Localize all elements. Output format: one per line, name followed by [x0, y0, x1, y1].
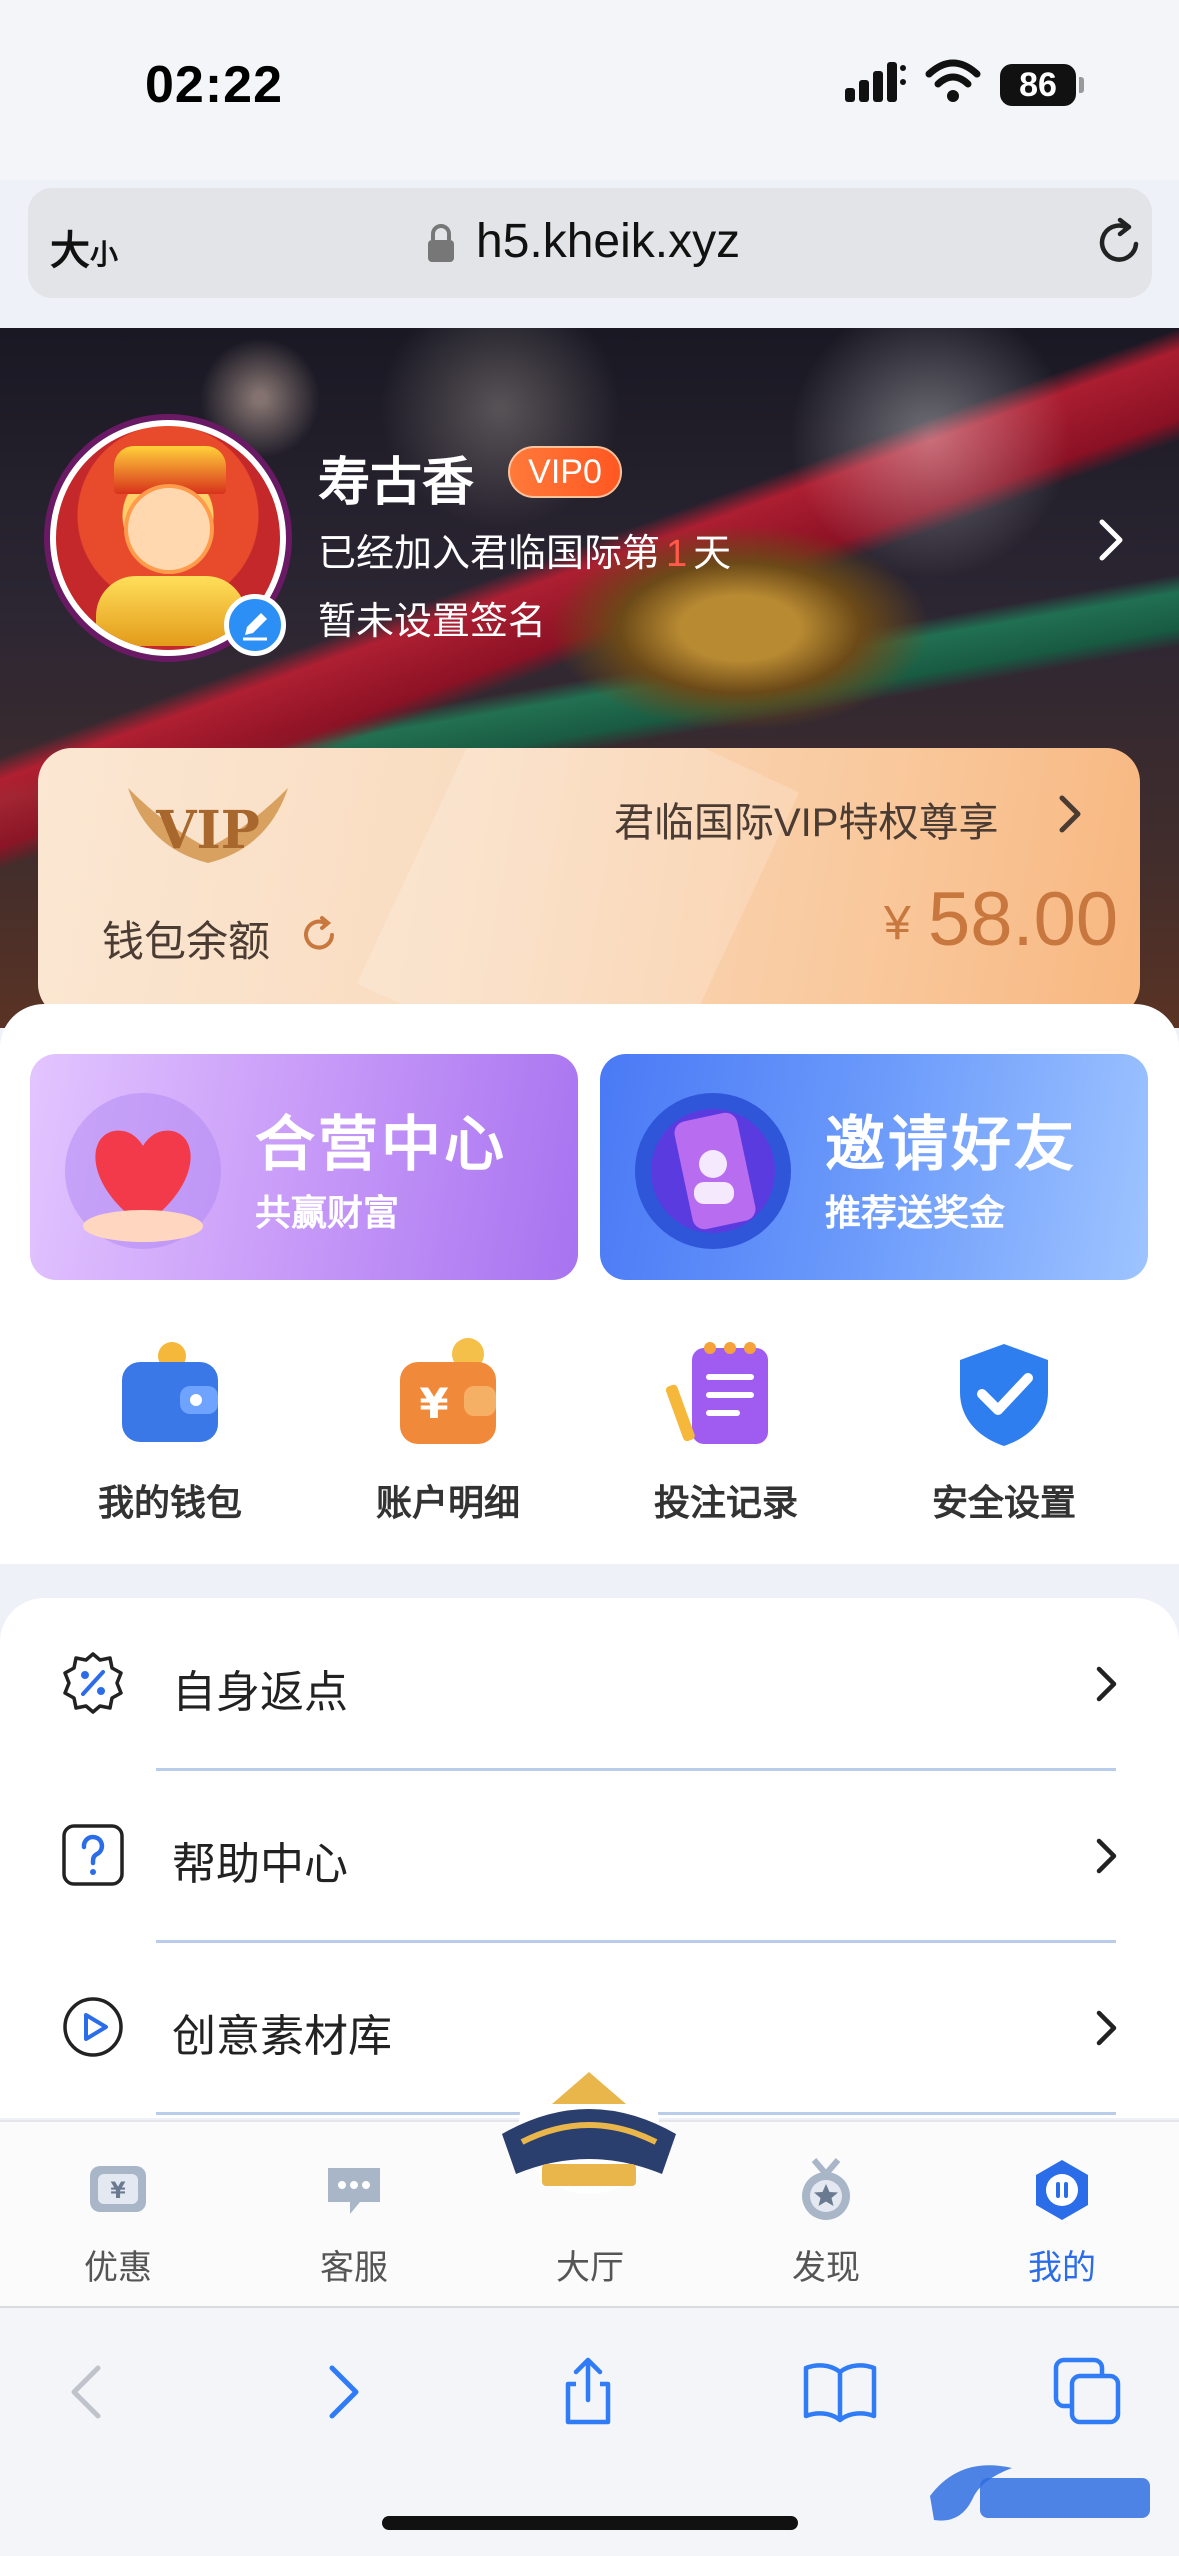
tab-label: 大厅 — [556, 2249, 624, 2287]
vip-wallet-card[interactable]: VIP 君临国际VIP特权尊享 钱包余额 ¥ 58.00 — [38, 748, 1140, 1018]
bookmarks-icon[interactable] — [800, 2352, 880, 2432]
invite-friends-card[interactable]: 邀请好友 推荐送奖金 — [600, 1054, 1148, 1280]
profile-icon — [1036, 2160, 1088, 2220]
join-days-text: 已经加入君临国际第 1 天 — [318, 533, 732, 575]
wallet-balance-label: 钱包余额 — [102, 918, 271, 965]
tab-label: 优惠 — [84, 2249, 152, 2287]
chevron-right-icon — [1096, 1666, 1117, 1702]
quick-action-label: 我的钱包 — [97, 1482, 242, 1523]
rebate-percent-icon — [63, 1652, 123, 1714]
chevron-right-icon — [1096, 1838, 1117, 1874]
lock-icon — [428, 224, 454, 262]
pencil-icon — [243, 613, 267, 641]
vip-privilege-link[interactable]: 君临国际VIP特权尊享 — [614, 790, 998, 848]
quick-action-label: 投注记录 — [653, 1482, 798, 1523]
quick-action-security[interactable]: 安全设置 — [884, 1324, 1124, 1534]
reload-icon[interactable] — [1092, 214, 1148, 270]
menu-item-label: 创意素材库 — [172, 2012, 392, 2061]
heart-hands-icon — [65, 1093, 221, 1249]
wallet-icon — [122, 1342, 218, 1442]
signature-text: 暂未设置签名 — [318, 601, 547, 643]
quick-action-label: 账户明细 — [375, 1482, 520, 1523]
account-details-icon: ¥ — [400, 1338, 496, 1444]
menu-item-rebate[interactable]: 自身返点 — [0, 1598, 1179, 1771]
status-bar: 02:22 86 — [0, 0, 1179, 180]
partner-center-card[interactable]: 合营中心 共赢财富 — [30, 1054, 578, 1280]
profile-chevron-right-icon[interactable] — [1096, 518, 1126, 562]
svg-text:VIP: VIP — [155, 800, 260, 861]
tabs-icon[interactable] — [1048, 2352, 1128, 2432]
quick-action-wallet[interactable]: 我的钱包 — [50, 1324, 290, 1534]
text-size-button[interactable]: 大小 — [50, 218, 118, 276]
community-watermark-logo-icon — [930, 2465, 1150, 2521]
tab-label: 发现 — [792, 2249, 860, 2287]
medal-star-icon — [802, 2158, 850, 2220]
vip-wings-logo-icon: VIP — [128, 788, 288, 863]
menu-item-help[interactable]: 帮助中心 — [0, 1770, 1179, 1943]
invite-friends-title: 邀请好友 — [825, 1111, 1077, 1178]
vip-chevron-right-icon[interactable] — [1056, 794, 1084, 834]
share-icon[interactable] — [548, 2352, 628, 2432]
edit-avatar-button[interactable] — [224, 594, 286, 656]
tab-label: 我的 — [1028, 2249, 1096, 2287]
forward-icon[interactable] — [302, 2352, 382, 2432]
tab-customer-service[interactable]: 客服 — [236, 2122, 472, 2308]
settings-menu-list: 自身返点 帮助中心 创意素材库 — [0, 1598, 1179, 2118]
partner-center-title: 合营中心 — [255, 1111, 507, 1178]
battery-indicator: 86 — [1000, 64, 1084, 106]
partner-center-subtitle: 共赢财富 — [255, 1192, 400, 1233]
quick-action-label: 安全设置 — [931, 1482, 1076, 1523]
currency-symbol: ¥ — [884, 897, 911, 950]
menu-item-label: 帮助中心 — [172, 1840, 348, 1889]
promo-ticket-icon: ¥ — [90, 2166, 146, 2212]
tab-discover[interactable]: 发现 — [708, 2122, 944, 2308]
username: 寿古香 — [318, 454, 475, 512]
address-bar[interactable]: 大小 h5.kheik.xyz — [28, 188, 1152, 298]
tab-mine[interactable]: 我的 — [944, 2122, 1179, 2308]
security-shield-icon — [960, 1344, 1048, 1446]
tab-label: 客服 — [320, 2249, 388, 2287]
vip-level-badge: VIP0 — [508, 446, 622, 498]
wifi-icon — [925, 59, 981, 102]
quick-action-account-details[interactable]: ¥ 账户明细 — [328, 1324, 568, 1534]
home-indicator — [382, 2516, 798, 2530]
wallet-balance-value: 58.00 — [928, 877, 1119, 962]
menu-item-label: 自身返点 — [172, 1668, 348, 1717]
back-icon[interactable] — [48, 2352, 128, 2432]
help-question-icon — [62, 1824, 124, 1886]
svg-text:¥: ¥ — [419, 1379, 448, 1428]
hall-logo-icon[interactable] — [482, 2064, 696, 2224]
feature-panel: 合营中心 共赢财富 邀请好友 推荐送奖金 我的钱包 ¥ 账户明细 投注记录 安全… — [0, 1004, 1179, 1564]
invite-phone-icon — [635, 1093, 791, 1249]
refresh-balance-icon[interactable] — [298, 914, 340, 956]
quick-action-bet-records[interactable]: 投注记录 — [606, 1324, 846, 1534]
invite-friends-subtitle: 推荐送奖金 — [825, 1192, 1006, 1233]
chat-bubble-icon — [328, 2168, 380, 2214]
chevron-right-icon — [1096, 2010, 1117, 2046]
url-text[interactable]: h5.kheik.xyz — [476, 214, 740, 269]
bet-records-icon — [666, 1342, 768, 1444]
status-time: 02:22 — [145, 56, 283, 114]
tab-promotions[interactable]: ¥ 优惠 — [0, 2122, 236, 2308]
bottom-tab-bar: ¥ 优惠 客服 大厅 发现 我的 — [0, 2064, 1179, 2308]
cellular-signal-icon — [845, 62, 906, 102]
svg-text:¥: ¥ — [110, 2179, 126, 2204]
play-circle-icon — [63, 1997, 123, 2057]
